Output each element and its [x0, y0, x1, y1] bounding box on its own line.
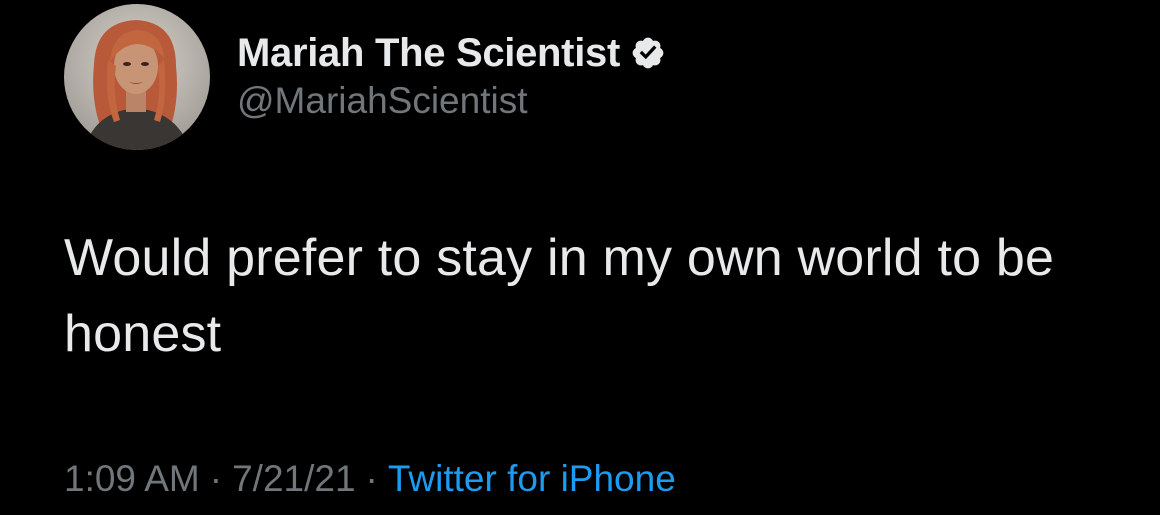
- tweet-text: Would prefer to stay in my own world to …: [64, 229, 1055, 363]
- tweet-time[interactable]: 1:09 AM: [64, 458, 200, 499]
- meta-separator: ·: [365, 458, 378, 499]
- author-name-row: Mariah The Scientist: [237, 29, 666, 77]
- meta-separator: ·: [209, 458, 223, 499]
- user-handle[interactable]: @MariahScientist: [237, 80, 528, 122]
- avatar[interactable]: [64, 4, 210, 150]
- tweet-card: Mariah The Scientist @MariahScientist Wo…: [0, 0, 1160, 515]
- avatar-photo: [64, 4, 210, 150]
- verified-badge-icon: [630, 35, 666, 71]
- display-name[interactable]: Mariah The Scientist: [237, 31, 620, 76]
- tweet-date[interactable]: 7/21/21: [232, 458, 355, 499]
- tweet-source-link[interactable]: Twitter for iPhone: [388, 458, 676, 499]
- tweet-meta: 1:09 AM · 7/21/21 · Twitter for iPhone: [64, 458, 676, 500]
